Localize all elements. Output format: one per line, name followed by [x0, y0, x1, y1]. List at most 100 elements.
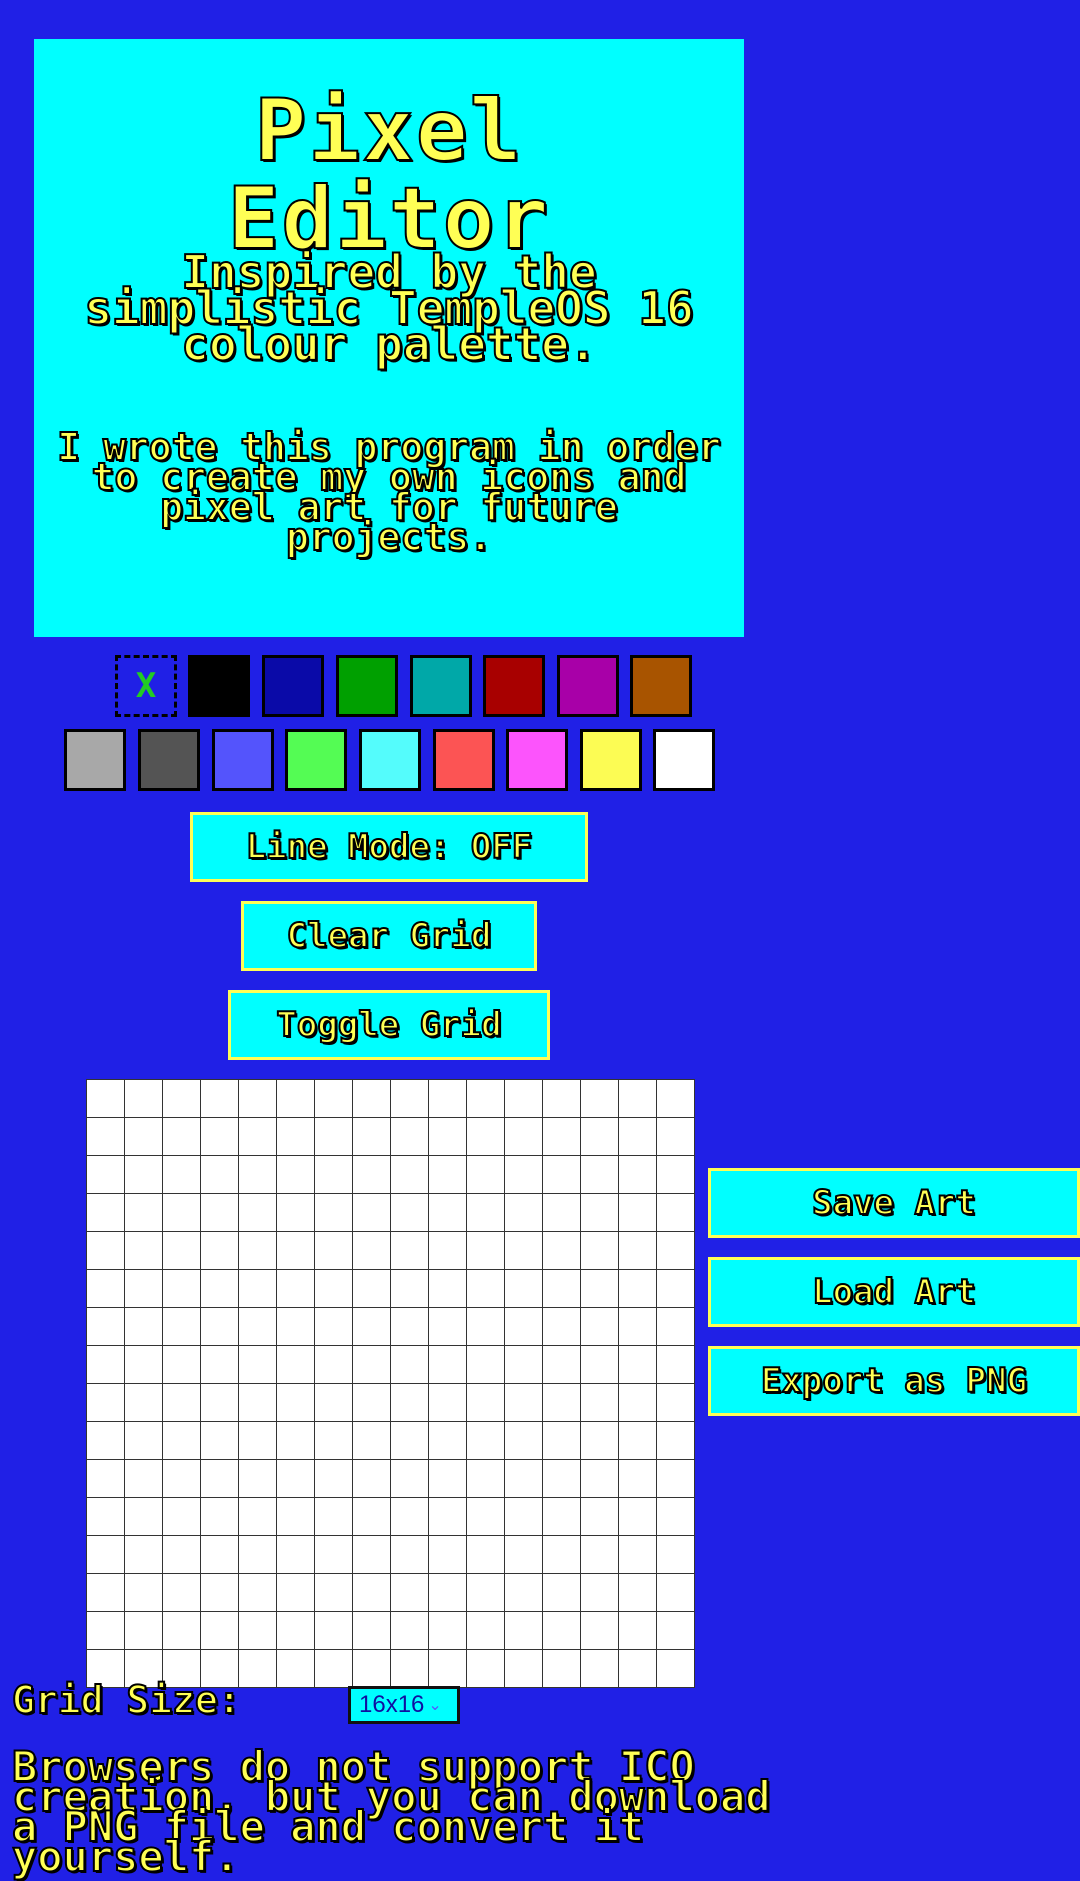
grid-cell[interactable]: [125, 1460, 163, 1498]
grid-cell[interactable]: [87, 1346, 125, 1384]
grid-cell[interactable]: [163, 1156, 201, 1194]
grid-cell[interactable]: [543, 1498, 581, 1536]
grid-cell[interactable]: [239, 1536, 277, 1574]
grid-cell[interactable]: [353, 1118, 391, 1156]
grid-cell[interactable]: [619, 1270, 657, 1308]
grid-cell[interactable]: [581, 1194, 619, 1232]
grid-cell[interactable]: [543, 1460, 581, 1498]
grid-cell[interactable]: [543, 1612, 581, 1650]
grid-cell[interactable]: [543, 1308, 581, 1346]
grid-cell[interactable]: [467, 1460, 505, 1498]
grid-cell[interactable]: [619, 1650, 657, 1688]
grid-cell[interactable]: [391, 1080, 429, 1118]
grid-cell[interactable]: [391, 1612, 429, 1650]
grid-cell[interactable]: [391, 1384, 429, 1422]
grid-cell[interactable]: [581, 1422, 619, 1460]
grid-cell[interactable]: [315, 1384, 353, 1422]
grid-cell[interactable]: [619, 1194, 657, 1232]
export-png-button[interactable]: Export as PNG: [708, 1346, 1080, 1416]
grid-cell[interactable]: [657, 1194, 695, 1232]
grid-cell[interactable]: [353, 1650, 391, 1688]
color-swatch[interactable]: [336, 655, 398, 717]
grid-cell[interactable]: [163, 1308, 201, 1346]
grid-cell[interactable]: [239, 1346, 277, 1384]
grid-cell[interactable]: [429, 1118, 467, 1156]
grid-cell[interactable]: [429, 1080, 467, 1118]
grid-cell[interactable]: [315, 1346, 353, 1384]
grid-cell[interactable]: [163, 1346, 201, 1384]
grid-cell[interactable]: [619, 1460, 657, 1498]
grid-cell[interactable]: [163, 1118, 201, 1156]
grid-cell[interactable]: [429, 1422, 467, 1460]
grid-cell[interactable]: [239, 1308, 277, 1346]
grid-cell[interactable]: [581, 1270, 619, 1308]
grid-cell[interactable]: [657, 1498, 695, 1536]
grid-cell[interactable]: [581, 1650, 619, 1688]
grid-cell[interactable]: [315, 1308, 353, 1346]
grid-cell[interactable]: [277, 1650, 315, 1688]
grid-cell[interactable]: [619, 1498, 657, 1536]
grid-cell[interactable]: [619, 1422, 657, 1460]
grid-cell[interactable]: [657, 1650, 695, 1688]
grid-cell[interactable]: [353, 1156, 391, 1194]
grid-cell[interactable]: [201, 1612, 239, 1650]
grid-cell[interactable]: [581, 1384, 619, 1422]
grid-cell[interactable]: [315, 1498, 353, 1536]
grid-cell[interactable]: [581, 1118, 619, 1156]
grid-cell[interactable]: [125, 1346, 163, 1384]
grid-cell[interactable]: [391, 1536, 429, 1574]
grid-cell[interactable]: [201, 1460, 239, 1498]
grid-cell[interactable]: [125, 1308, 163, 1346]
grid-cell[interactable]: [239, 1080, 277, 1118]
grid-cell[interactable]: [277, 1308, 315, 1346]
grid-cell[interactable]: [505, 1194, 543, 1232]
grid-cell[interactable]: [429, 1612, 467, 1650]
grid-cell[interactable]: [353, 1308, 391, 1346]
grid-cell[interactable]: [277, 1612, 315, 1650]
grid-cell[interactable]: [239, 1612, 277, 1650]
grid-cell[interactable]: [201, 1384, 239, 1422]
grid-cell[interactable]: [505, 1650, 543, 1688]
grid-cell[interactable]: [505, 1384, 543, 1422]
grid-cell[interactable]: [467, 1498, 505, 1536]
grid-cell[interactable]: [277, 1346, 315, 1384]
grid-cell[interactable]: [315, 1422, 353, 1460]
grid-cell[interactable]: [505, 1156, 543, 1194]
color-swatch[interactable]: [262, 655, 324, 717]
grid-cell[interactable]: [429, 1650, 467, 1688]
grid-cell[interactable]: [87, 1536, 125, 1574]
grid-cell[interactable]: [619, 1118, 657, 1156]
grid-cell[interactable]: [619, 1308, 657, 1346]
grid-cell[interactable]: [87, 1460, 125, 1498]
toggle-grid-button[interactable]: Toggle Grid: [228, 990, 550, 1060]
grid-cell[interactable]: [163, 1536, 201, 1574]
grid-cell[interactable]: [657, 1612, 695, 1650]
grid-cell[interactable]: [581, 1498, 619, 1536]
color-swatch[interactable]: [630, 655, 692, 717]
grid-cell[interactable]: [125, 1232, 163, 1270]
grid-cell[interactable]: [125, 1194, 163, 1232]
load-art-button[interactable]: Load Art: [708, 1257, 1080, 1327]
grid-cell[interactable]: [239, 1422, 277, 1460]
grid-cell[interactable]: [505, 1118, 543, 1156]
grid-cell[interactable]: [125, 1080, 163, 1118]
grid-cell[interactable]: [429, 1308, 467, 1346]
grid-cell[interactable]: [163, 1460, 201, 1498]
grid-cell[interactable]: [201, 1536, 239, 1574]
grid-cell[interactable]: [163, 1384, 201, 1422]
grid-cell[interactable]: [163, 1270, 201, 1308]
color-swatch[interactable]: [410, 655, 472, 717]
grid-cell[interactable]: [201, 1232, 239, 1270]
grid-cell[interactable]: [353, 1612, 391, 1650]
grid-cell[interactable]: [163, 1194, 201, 1232]
grid-cell[interactable]: [353, 1194, 391, 1232]
grid-cell[interactable]: [201, 1194, 239, 1232]
grid-cell[interactable]: [619, 1232, 657, 1270]
grid-cell[interactable]: [505, 1346, 543, 1384]
grid-cell[interactable]: [467, 1194, 505, 1232]
grid-cell[interactable]: [87, 1232, 125, 1270]
grid-cell[interactable]: [353, 1080, 391, 1118]
grid-cell[interactable]: [125, 1156, 163, 1194]
grid-cell[interactable]: [315, 1118, 353, 1156]
grid-cell[interactable]: [657, 1156, 695, 1194]
